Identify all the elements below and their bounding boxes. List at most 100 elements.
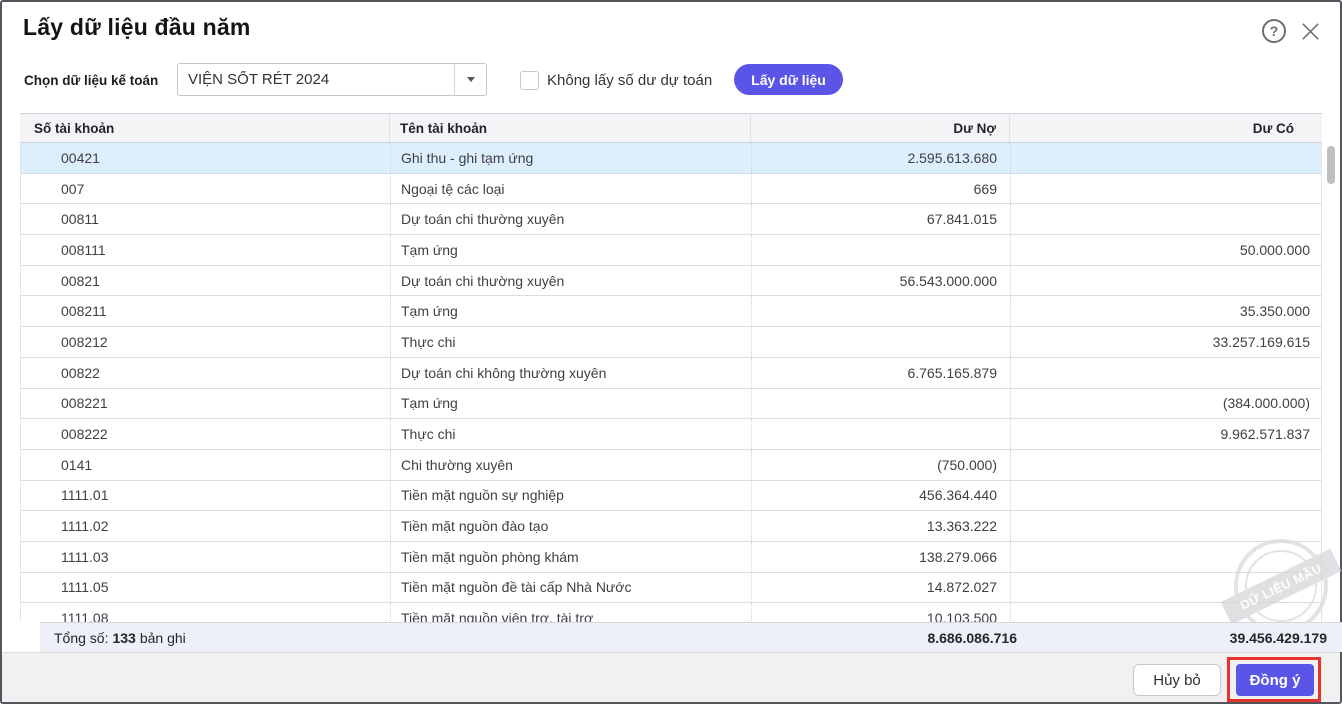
close-icon[interactable]	[1299, 20, 1322, 43]
cell-account-number[interactable]: 1111.08	[21, 603, 391, 622]
cell-credit-balance[interactable]: 33.257.169.615	[1011, 327, 1322, 357]
table-row[interactable]: 007 Ngoại tệ các loại 669	[21, 174, 1321, 205]
cell-account-name[interactable]: Tiền mặt nguồn phòng khám	[391, 542, 752, 572]
cell-credit-balance[interactable]	[1011, 143, 1322, 173]
cell-debit-balance[interactable]: 67.841.015	[752, 204, 1011, 234]
table-row[interactable]: 008222 Thực chi 9.962.571.837	[21, 419, 1321, 450]
table-row[interactable]: 008212 Thực chi 33.257.169.615	[21, 327, 1321, 358]
table-row[interactable]: 008111 Tạm ứng 50.000.000	[21, 235, 1321, 266]
cell-account-name[interactable]: Tạm ứng	[391, 389, 752, 419]
cell-account-number[interactable]: 008222	[21, 419, 391, 449]
cell-account-name[interactable]: Tạm ứng	[391, 296, 752, 326]
table-row[interactable]: 00821 Dự toán chi thường xuyên 56.543.00…	[21, 266, 1321, 297]
ok-button[interactable]: Đồng ý	[1236, 664, 1314, 696]
cell-account-name[interactable]: Tiền mặt nguồn đề tài cấp Nhà Nước	[391, 573, 752, 603]
cell-account-name[interactable]: Chi thường xuyên	[391, 450, 752, 480]
table-row[interactable]: 00421 Ghi thu - ghi tạm ứng 2.595.613.68…	[21, 143, 1321, 174]
table-row[interactable]: 1111.03 Tiền mặt nguồn phòng khám 138.27…	[21, 542, 1321, 573]
cell-credit-balance[interactable]	[1011, 358, 1322, 388]
cell-debit-balance[interactable]: 14.872.027	[752, 573, 1011, 603]
cell-account-number[interactable]: 008221	[21, 389, 391, 419]
cell-debit-balance[interactable]: (750.000)	[752, 450, 1011, 480]
cell-account-name[interactable]: Ghi thu - ghi tạm ứng	[391, 143, 752, 173]
cell-credit-balance[interactable]: (384.000.000)	[1011, 389, 1322, 419]
cell-debit-balance[interactable]	[752, 389, 1011, 419]
cell-debit-balance[interactable]	[752, 419, 1011, 449]
chevron-down-icon[interactable]	[454, 64, 486, 95]
cell-account-number[interactable]: 008211	[21, 296, 391, 326]
column-header-debit-balance[interactable]: Dư Nợ	[751, 114, 1010, 142]
cell-debit-balance[interactable]: 10.103.500	[752, 603, 1011, 622]
column-header-account-number[interactable]: Số tài khoản	[20, 114, 390, 142]
cell-debit-balance[interactable]	[752, 296, 1011, 326]
cell-account-name[interactable]: Tạm ứng	[391, 235, 752, 265]
cell-credit-balance[interactable]	[1011, 542, 1322, 572]
skip-budget-balance-label: Không lấy số dư dự toán	[547, 71, 712, 90]
cell-credit-balance[interactable]	[1011, 204, 1322, 234]
table-row[interactable]: 1111.02 Tiền mặt nguồn đào tạo 13.363.22…	[21, 511, 1321, 542]
table-row[interactable]: 1111.01 Tiền mặt nguồn sự nghiệp 456.364…	[21, 481, 1321, 512]
cell-credit-balance[interactable]: 9.962.571.837	[1011, 419, 1322, 449]
cell-account-number[interactable]: 008111	[21, 235, 391, 265]
cell-account-name[interactable]: Tiền mặt nguồn sự nghiệp	[391, 481, 752, 511]
cell-account-number[interactable]: 1111.03	[21, 542, 391, 572]
cell-account-name[interactable]: Thực chi	[391, 327, 752, 357]
table-row[interactable]: 00811 Dự toán chi thường xuyên 67.841.01…	[21, 204, 1321, 235]
cell-debit-balance[interactable]: 138.279.066	[752, 542, 1011, 572]
table-scrollbar[interactable]	[1325, 143, 1337, 622]
cell-account-number[interactable]: 008212	[21, 327, 391, 357]
cell-account-number[interactable]: 00811	[21, 204, 391, 234]
cell-debit-balance[interactable]: 56.543.000.000	[752, 266, 1011, 296]
debit-total: 8.686.086.716	[771, 623, 1030, 652]
cell-account-name[interactable]: Ngoại tệ các loại	[391, 174, 752, 204]
cell-credit-balance[interactable]: 50.000.000	[1011, 235, 1322, 265]
fetch-data-button[interactable]: Lấy dữ liệu	[734, 64, 843, 95]
table-row[interactable]: 008221 Tạm ứng (384.000.000)	[21, 389, 1321, 420]
cell-credit-balance[interactable]: 35.350.000	[1011, 296, 1322, 326]
table-row[interactable]: 1111.08 Tiền mặt nguồn viện trợ, tài trợ…	[21, 603, 1321, 622]
cell-account-number[interactable]: 00821	[21, 266, 391, 296]
cell-account-number[interactable]: 1111.05	[21, 573, 391, 603]
cell-account-number[interactable]: 0141	[21, 450, 391, 480]
cell-account-name[interactable]: Thực chi	[391, 419, 752, 449]
dialog-title: Lấy dữ liệu đầu năm	[23, 14, 251, 41]
cell-debit-balance[interactable]: 13.363.222	[752, 511, 1011, 541]
credit-total: 39.456.429.179	[1030, 623, 1342, 652]
cell-account-name[interactable]: Dự toán chi thường xuyên	[391, 266, 752, 296]
cell-account-number[interactable]: 00822	[21, 358, 391, 388]
cancel-button[interactable]: Hủy bỏ	[1133, 664, 1221, 696]
cell-debit-balance[interactable]	[752, 327, 1011, 357]
column-header-credit-balance[interactable]: Dư Có	[1010, 114, 1322, 142]
cell-account-number[interactable]: 00421	[21, 143, 391, 173]
column-header-account-name[interactable]: Tên tài khoản	[390, 114, 751, 142]
cell-debit-balance[interactable]: 669	[752, 174, 1011, 204]
cell-credit-balance[interactable]	[1011, 481, 1322, 511]
cell-credit-balance[interactable]	[1011, 511, 1322, 541]
cell-account-name[interactable]: Tiền mặt nguồn đào tạo	[391, 511, 752, 541]
record-count-label: Tổng số:	[54, 630, 108, 646]
cell-credit-balance[interactable]	[1011, 450, 1322, 480]
table-row[interactable]: 00822 Dự toán chi không thường xuyên 6.7…	[21, 358, 1321, 389]
cell-account-name[interactable]: Tiền mặt nguồn viện trợ, tài trợ	[391, 603, 752, 622]
cell-account-number[interactable]: 1111.01	[21, 481, 391, 511]
cell-account-number[interactable]: 007	[21, 174, 391, 204]
cell-credit-balance[interactable]	[1011, 573, 1322, 603]
accounting-data-select[interactable]: VIỆN SỐT RÉT 2024	[177, 63, 487, 96]
credit-total-clipped-value: 39.456.429.179	[1220, 630, 1327, 646]
cell-debit-balance[interactable]: 456.364.440	[752, 481, 1011, 511]
help-icon[interactable]: ?	[1262, 19, 1286, 43]
cell-credit-balance[interactable]	[1011, 174, 1322, 204]
cell-debit-balance[interactable]: 6.765.165.879	[752, 358, 1011, 388]
cell-account-number[interactable]: 1111.02	[21, 511, 391, 541]
table-row[interactable]: 008211 Tạm ứng 35.350.000	[21, 296, 1321, 327]
cell-account-name[interactable]: Dự toán chi thường xuyên	[391, 204, 752, 234]
skip-budget-balance-checkbox[interactable]	[520, 71, 539, 90]
table-row[interactable]: 0141 Chi thường xuyên (750.000)	[21, 450, 1321, 481]
cell-account-name[interactable]: Dự toán chi không thường xuyên	[391, 358, 752, 388]
table-row[interactable]: 1111.05 Tiền mặt nguồn đề tài cấp Nhà Nư…	[21, 573, 1321, 604]
scrollbar-thumb[interactable]	[1327, 146, 1335, 184]
cell-debit-balance[interactable]: 2.595.613.680	[752, 143, 1011, 173]
cell-debit-balance[interactable]	[752, 235, 1011, 265]
cell-credit-balance[interactable]	[1011, 603, 1322, 622]
cell-credit-balance[interactable]	[1011, 266, 1322, 296]
